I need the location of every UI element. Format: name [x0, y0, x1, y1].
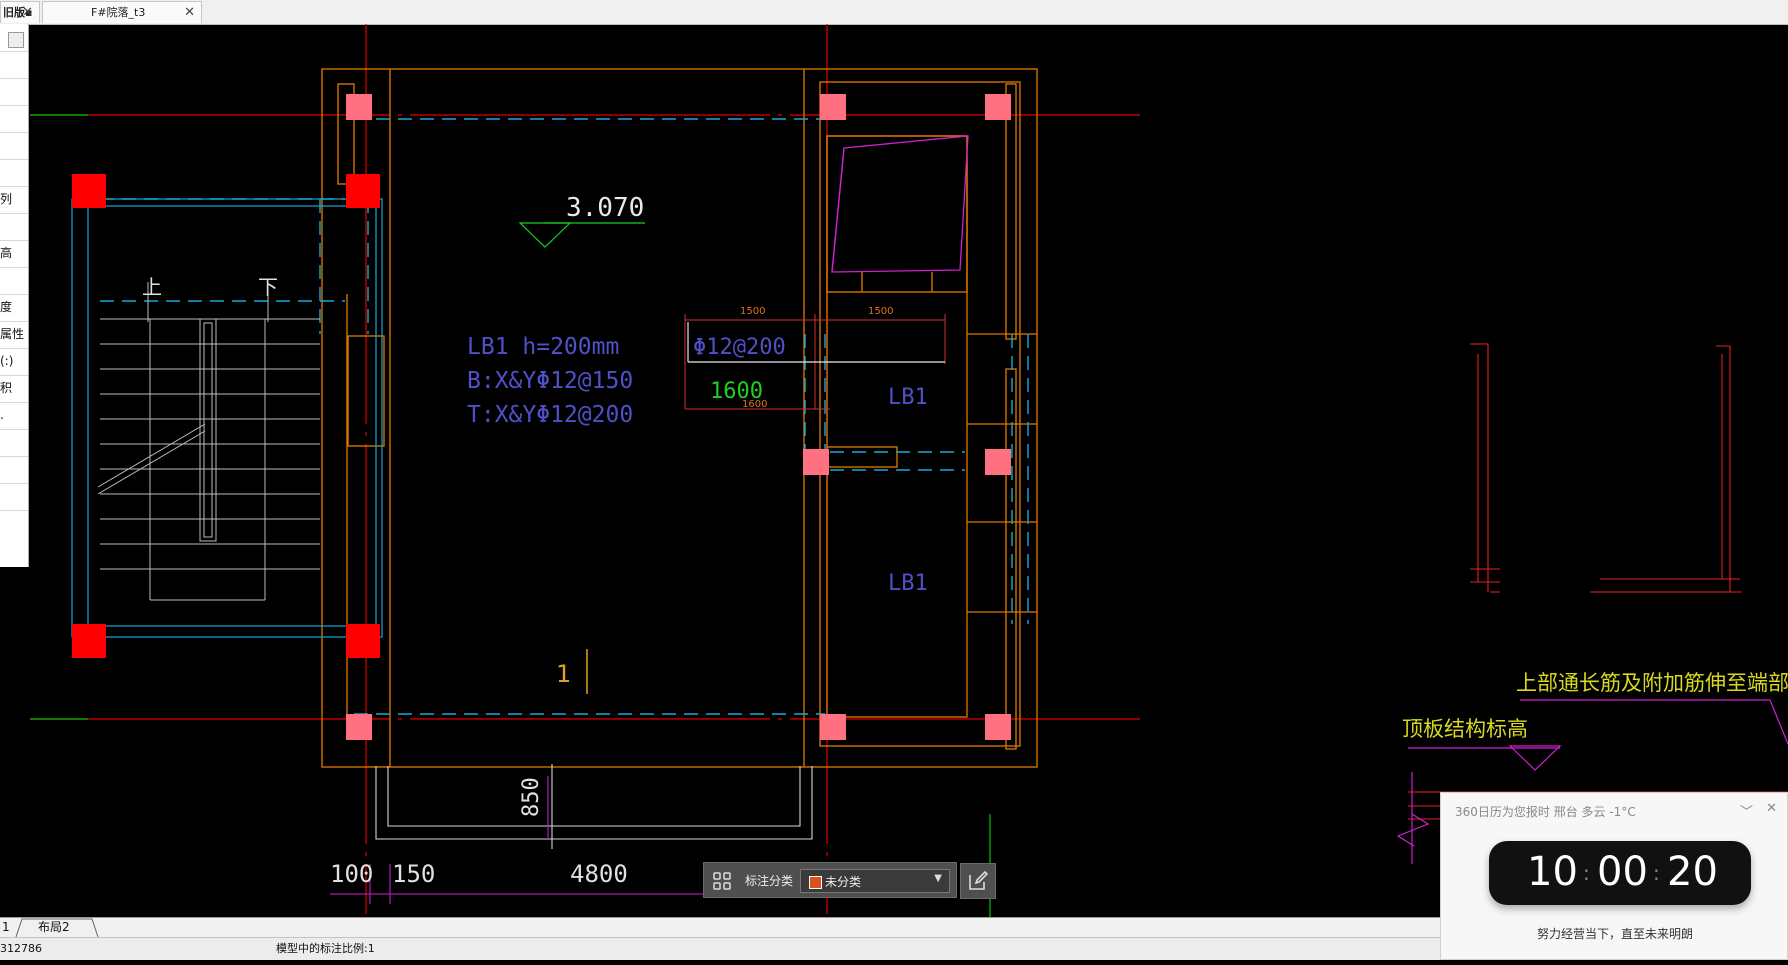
clock-second: 20 — [1667, 849, 1718, 895]
properties-panel: 列 高 度 属性 (:) 积 . — [0, 24, 29, 567]
section-number: 1 — [556, 660, 571, 688]
panel-row[interactable] — [0, 105, 28, 133]
close-icon[interactable]: ✕ — [1766, 801, 1777, 816]
tab-first[interactable]: 旧版▪ ✕ — [0, 1, 40, 23]
close-icon[interactable]: ✕ — [184, 2, 195, 24]
dim-1500-b: 1500 — [868, 306, 893, 317]
panel-row[interactable] — [0, 456, 28, 484]
popup-header: 360日历为您报时 邢台 多云 -1°C — [1455, 805, 1636, 819]
popup-motto: 努力经营当下，直至未来明朗 — [1536, 927, 1693, 941]
dim-100: 100 — [330, 860, 373, 888]
top-rebar-label: T:X&YΦ12@200 — [467, 402, 633, 428]
bottom-rebar-label: B:X&YΦ12@150 — [467, 368, 633, 394]
dim-4800: 4800 — [570, 860, 628, 888]
panel-row[interactable] — [0, 24, 28, 52]
stair-down-label: 下 — [258, 275, 278, 299]
lb1-label-b: LB1 — [888, 571, 928, 596]
annotation-category-select[interactable]: 未分类 ▼ — [800, 869, 950, 893]
annotation-scale-text: 模型中的标注比例:1 — [276, 942, 375, 955]
dim-1500-a: 1500 — [740, 306, 765, 317]
panel-row[interactable] — [0, 132, 28, 160]
document-tab-bar: 旧版▪ ✕ F#院落_t3 ✕ — [0, 0, 1788, 25]
grid-icon[interactable] — [713, 872, 731, 890]
panel-row[interactable] — [0, 51, 28, 79]
close-icon[interactable]: ✕ — [22, 2, 33, 24]
lb1-label-a: LB1 — [888, 385, 928, 410]
panel-row[interactable]: 高 — [0, 240, 28, 268]
panel-row[interactable] — [0, 213, 28, 241]
annotation-toolbar: 标注分类 未分类 ▼ — [703, 862, 996, 899]
clock-hour: 10 — [1527, 849, 1578, 895]
dim-150: 150 — [392, 860, 435, 888]
panel-row[interactable] — [0, 78, 28, 106]
annotation-category-label: 标注分类 — [745, 874, 794, 888]
stair-frame — [71, 198, 383, 638]
edit-icon — [969, 871, 988, 890]
checkbox-icon[interactable] — [8, 32, 24, 48]
note-elevation: 顶板结构标高 — [1402, 717, 1528, 741]
elevation-mark — [518, 222, 645, 248]
panel-row[interactable]: (:) — [0, 348, 28, 376]
balcony — [375, 764, 813, 849]
rebar-spec-label: Φ12@200 — [693, 335, 786, 360]
clock-popup: 360日历为您报时 邢台 多云 -1°C ﹀ ✕ 10 : 00 : 20 努力… — [1440, 792, 1788, 960]
panel-row[interactable]: 属性 — [0, 321, 28, 349]
dim-850: 850 — [519, 777, 544, 817]
layout-tab-1[interactable]: 1 — [2, 918, 10, 937]
dim-1600-small: 1600 — [742, 399, 767, 410]
stair-up-label: 上 — [142, 275, 162, 299]
color-swatch — [809, 876, 822, 889]
tab-drawing[interactable]: F#院落_t3 ✕ — [42, 1, 202, 23]
layout-tab-bar: 1 布局2 — [0, 917, 1440, 938]
stair-treads — [97, 282, 320, 601]
slab-label: LB1 h=200mm — [467, 334, 619, 360]
chevron-down-icon: ▼ — [934, 873, 942, 884]
elevator-outline — [831, 135, 969, 273]
note-top: 上部通长筋及附加筋伸至端部 — [1516, 671, 1788, 695]
status-bar: 312786 模型中的标注比例:1 — [0, 937, 1440, 960]
panel-row[interactable]: 度 — [0, 294, 28, 322]
panel-row[interactable] — [0, 159, 28, 187]
chevron-down-icon[interactable]: ﹀ — [1740, 801, 1753, 820]
edit-button[interactable] — [960, 863, 996, 899]
panel-row[interactable] — [0, 429, 28, 457]
panel-row[interactable] — [0, 483, 28, 511]
coordinate-readout: 312786 — [0, 942, 42, 955]
wall-outline — [321, 68, 1038, 768]
elevation-text: 3.070 — [566, 193, 644, 223]
panel-row[interactable] — [0, 267, 28, 295]
panel-row[interactable]: 积 — [0, 375, 28, 403]
clock-display: 10 : 00 : 20 — [1489, 841, 1751, 905]
panel-row[interactable]: 列 — [0, 186, 28, 214]
cad-canvas[interactable]: 3.070 LB1 h=200mm B:X&YΦ12@150 T:X&YΦ12@… — [0, 24, 1788, 917]
layout-tab-2[interactable]: 布局2 — [38, 918, 70, 937]
clock-minute: 00 — [1597, 849, 1648, 895]
panel-row[interactable]: . — [0, 402, 28, 430]
